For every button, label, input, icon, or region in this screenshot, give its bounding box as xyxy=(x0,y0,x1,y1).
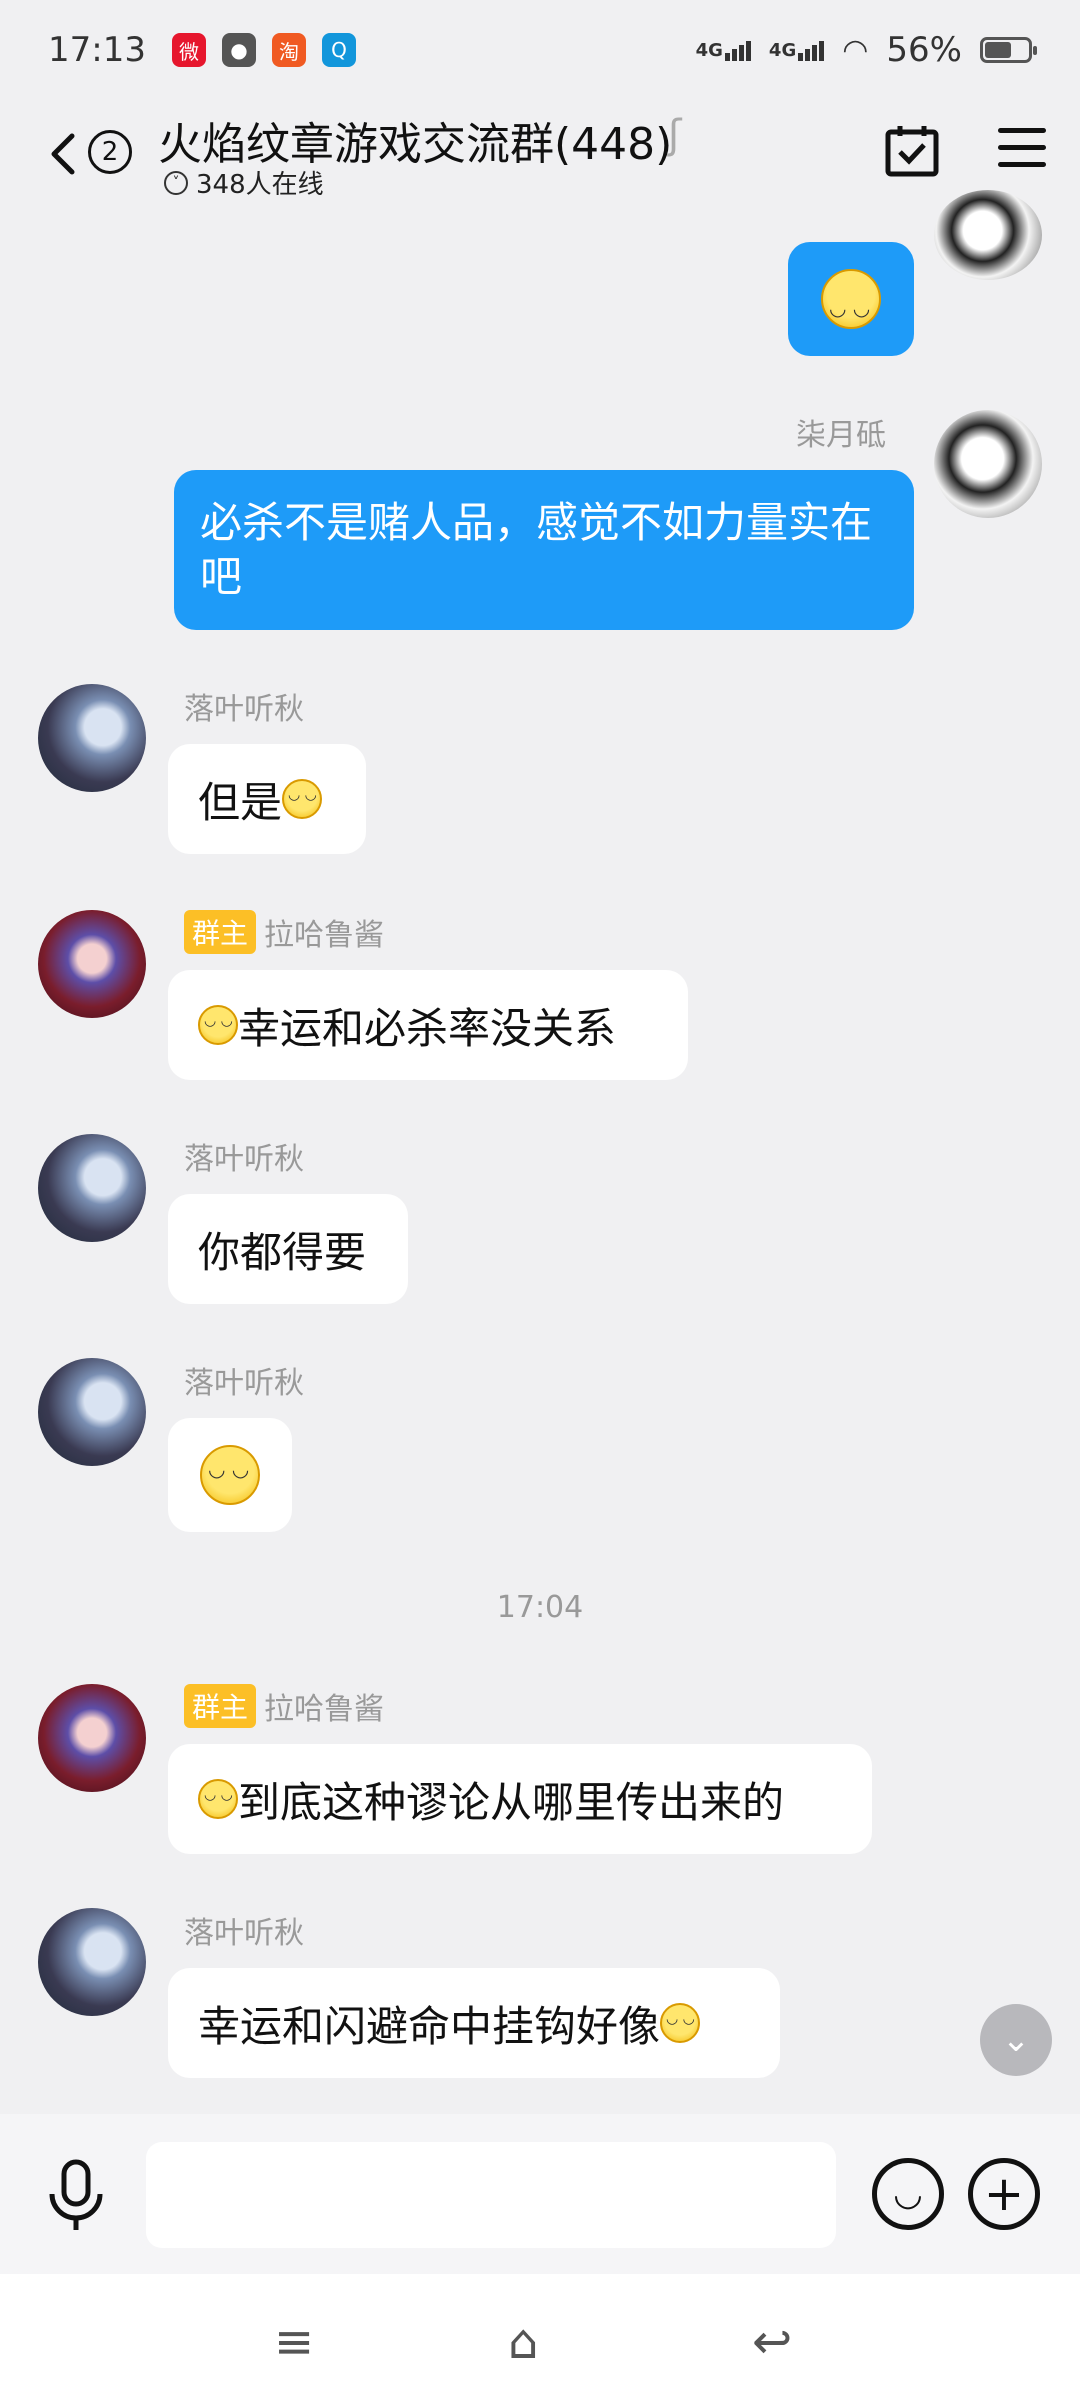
wechat-icon: ● xyxy=(221,33,256,67)
menu-icon[interactable] xyxy=(998,128,1046,172)
avatar[interactable] xyxy=(38,1134,146,1242)
wifi-icon: ◠ xyxy=(842,32,869,68)
group-title[interactable]: 火焰纹章游戏交流群(448) xyxy=(158,108,672,172)
battery-icon xyxy=(980,37,1037,63)
more-button[interactable]: + xyxy=(968,2158,1040,2230)
sender-name: 落叶听秋 xyxy=(184,1916,304,1951)
smirk-emoji-icon xyxy=(198,1005,238,1045)
sender-name: 落叶听秋 xyxy=(184,1142,304,1177)
avatar[interactable] xyxy=(38,1358,146,1466)
signal-icon: 4G xyxy=(696,40,751,61)
sender-name: 落叶听秋 xyxy=(184,1366,304,1401)
chevron-down-icon: ⌄ xyxy=(1001,2020,1031,2060)
message-bubble[interactable] xyxy=(168,1418,292,1532)
online-count[interactable]: ˅ 348人在线 xyxy=(164,164,324,201)
signal-icon: 4G xyxy=(769,40,825,61)
home-icon[interactable]: ⌂ xyxy=(508,2314,538,2370)
message-input[interactable] xyxy=(146,2142,836,2248)
avatar[interactable] xyxy=(38,684,146,792)
avatar[interactable] xyxy=(934,190,1042,280)
owner-badge: 群主 xyxy=(184,1684,257,1728)
smirk-emoji-icon xyxy=(660,2003,701,2043)
emoji-button[interactable]: ◡ xyxy=(872,2158,944,2230)
message-bubble[interactable]: 但是 xyxy=(168,744,366,854)
avatar[interactable] xyxy=(934,410,1042,518)
avatar[interactable] xyxy=(38,910,146,1018)
sender-name: 落叶听秋 xyxy=(184,692,304,727)
qq-icon: Q xyxy=(321,33,356,67)
confused-sticker-icon xyxy=(821,269,881,335)
message-bubble[interactable]: 你都得要 xyxy=(168,1194,408,1304)
smirk-emoji-icon xyxy=(282,779,323,819)
sender-name: 柒月砥 xyxy=(796,418,886,453)
scroll-to-bottom-button[interactable]: ⌄ xyxy=(980,2004,1052,2076)
system-nav-bar: ≡ ⌂ ↩ xyxy=(0,2274,1080,2400)
message-bubble[interactable]: 幸运和必杀率没关系 xyxy=(168,970,688,1080)
chevron-down-icon: ˅ xyxy=(164,170,188,195)
smirk-emoji-icon xyxy=(198,1779,238,1819)
back-icon[interactable]: ↩ xyxy=(752,2314,792,2370)
sticker-message[interactable] xyxy=(788,242,914,356)
input-bar: ◡ + xyxy=(0,2114,1080,2274)
ear-icon: ʃ xyxy=(668,112,682,158)
smirk-emoji-icon xyxy=(200,1445,260,1505)
message-bubble[interactable]: 到底这种谬论从哪里传出来的 xyxy=(168,1744,872,1854)
sender-info: 群主 拉哈鲁酱 xyxy=(184,910,384,954)
sender-info: 群主 拉哈鲁酱 xyxy=(184,1684,384,1728)
avatar[interactable] xyxy=(38,1908,146,2016)
weibo-icon: 微 xyxy=(171,33,206,67)
taobao-icon: 淘 xyxy=(271,33,306,67)
battery-percent: 56% xyxy=(886,30,962,70)
unread-count-badge[interactable]: 2 xyxy=(88,130,132,174)
status-bar: 17:13 微 ● 淘 Q 4G 4G ◠ 56% xyxy=(0,0,1080,100)
microphone-icon[interactable] xyxy=(44,2158,108,2234)
checkin-calendar-icon[interactable] xyxy=(884,122,940,178)
message-bubble[interactable]: 必杀不是赌人品，感觉不如力量实在吧 xyxy=(174,470,914,630)
message-bubble[interactable]: 幸运和闪避命中挂钩好像 xyxy=(168,1968,780,2078)
timestamp: 17:04 xyxy=(496,1590,584,1625)
status-time: 17:13 xyxy=(48,30,146,70)
plus-icon: + xyxy=(983,2166,1025,2222)
recent-apps-icon[interactable]: ≡ xyxy=(274,2314,314,2370)
smile-icon: ◡ xyxy=(893,2174,923,2214)
chat-header: 2 火焰纹章游戏交流群(448) ʃ ˅ 348人在线 xyxy=(0,100,1080,220)
owner-badge: 群主 xyxy=(184,910,257,954)
avatar[interactable] xyxy=(38,1684,146,1792)
